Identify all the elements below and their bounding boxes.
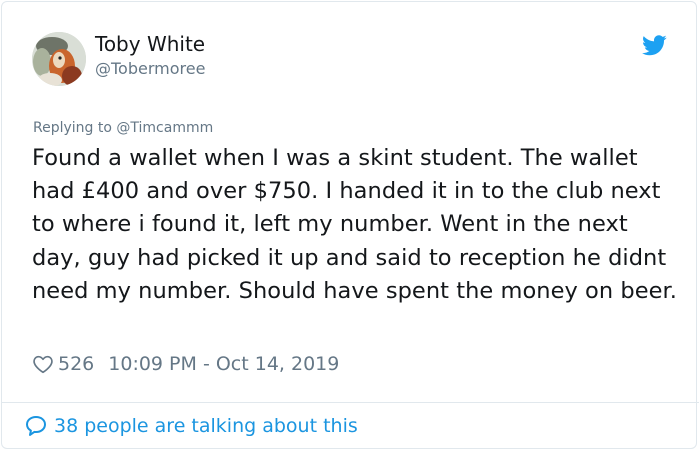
display-name[interactable]: Toby White — [95, 32, 205, 56]
tweet-text: Found a wallet when I was a skint studen… — [32, 145, 677, 304]
reply-mention-link[interactable]: @Timcammm — [116, 120, 213, 136]
avatar-image — [32, 32, 86, 86]
divider — [1, 402, 699, 403]
replying-to: Replying to @Timcammm — [33, 120, 213, 136]
tweet-timestamp[interactable]: 10:09 PM - Oct 14, 2019 — [108, 353, 339, 375]
tweet-meta: 526 10:09 PM - Oct 14, 2019 — [32, 350, 339, 378]
user-handle[interactable]: @Tobermoree — [95, 59, 205, 78]
like-count[interactable]: 526 — [58, 353, 94, 375]
conversation-link[interactable]: 38 people are talking about this — [24, 414, 358, 438]
heart-icon[interactable] — [32, 353, 54, 375]
speech-bubble-icon — [26, 416, 46, 436]
avatar[interactable] — [32, 32, 86, 86]
conversation-link-label[interactable]: 38 people are talking about this — [54, 415, 358, 437]
replying-to-label: Replying to — [33, 120, 117, 136]
twitter-bird-icon[interactable] — [642, 35, 667, 56]
